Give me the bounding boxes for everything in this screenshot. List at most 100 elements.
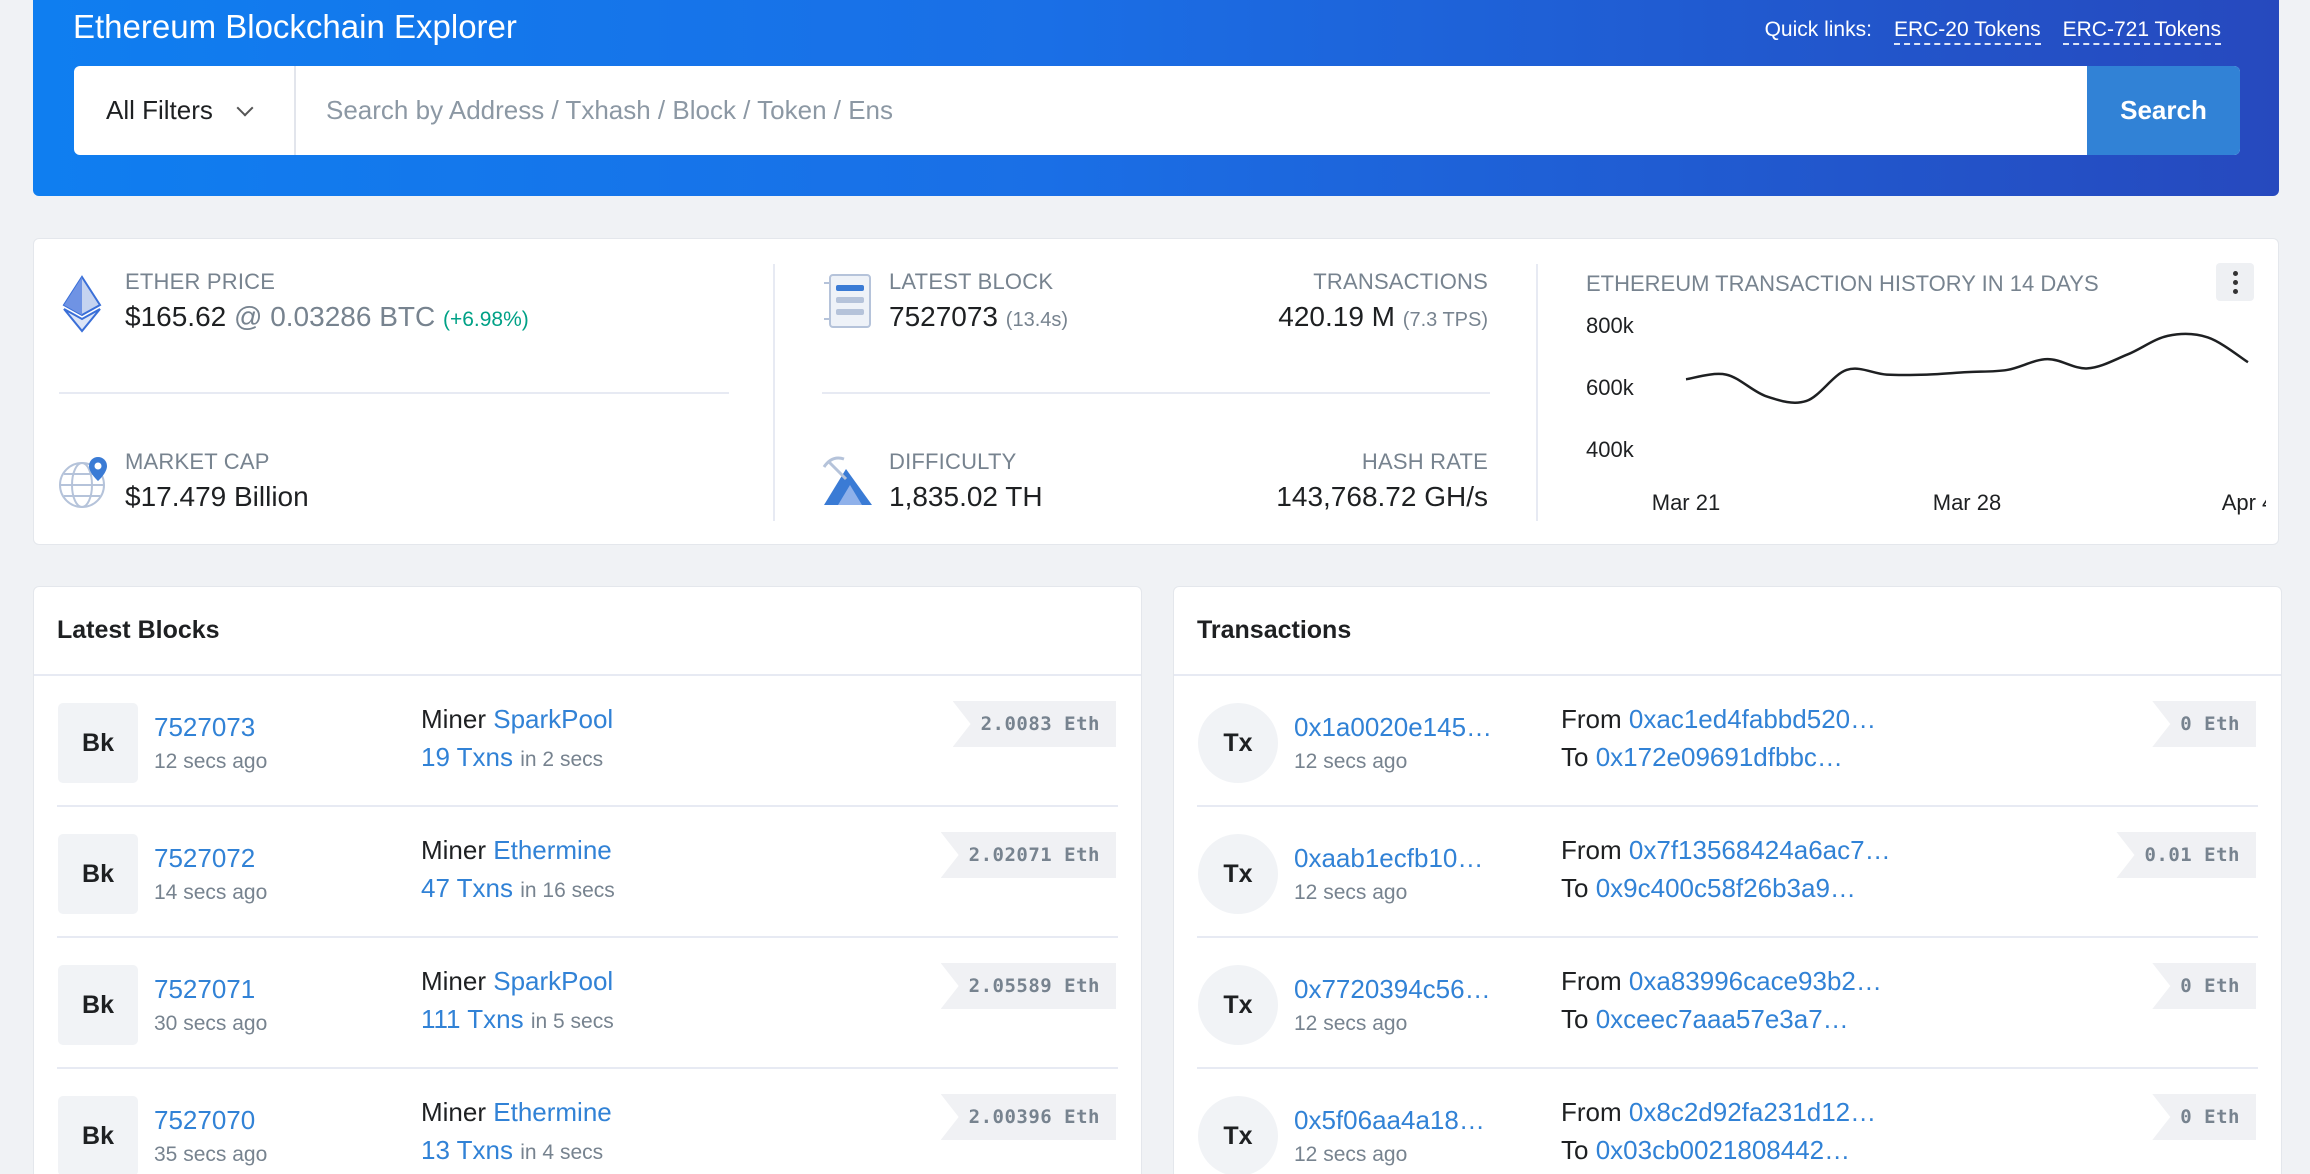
tx-value-badge: 0.01 Eth	[2116, 832, 2256, 878]
to-label: To	[1561, 873, 1589, 903]
txns-link[interactable]: 47 Txns	[421, 873, 513, 903]
tx-value-badge: 0 Eth	[2152, 701, 2256, 747]
block-miner: Miner SparkPool	[421, 704, 613, 735]
tx-age: 12 secs ago	[1294, 750, 1408, 773]
data-point[interactable]	[2122, 348, 2134, 360]
block-txns: 47 Txns in 16 secs	[421, 873, 615, 904]
transactions-value: 420.19 M (7.3 TPS)	[1278, 301, 1488, 333]
block-txns: 111 Txns in 5 secs	[421, 1004, 614, 1035]
to-address[interactable]: 0xceec7aaa57e3a7…	[1596, 1004, 1849, 1034]
latest-block-block: LATEST BLOCK 7527073 (13.4s)	[889, 269, 1068, 333]
from-label: From	[1561, 966, 1622, 996]
block-badge: Bk	[58, 1096, 138, 1174]
tx-to: To 0x03cb0021808442…	[1561, 1135, 1850, 1166]
txns-link[interactable]: 13 Txns	[421, 1135, 513, 1165]
transactions-panel: Transactions Tx 0x1a0020e145… 12 secs ag…	[1173, 586, 2282, 1174]
from-address[interactable]: 0x7f13568424a6ac7…	[1629, 835, 1891, 865]
block-duration: in 16 secs	[520, 879, 615, 902]
block-number[interactable]: 7527071	[154, 974, 255, 1005]
quick-link-erc20[interactable]: ERC-20 Tokens	[1893, 18, 2041, 45]
quick-links: Quick links: ERC-20 Tokens ERC-721 Token…	[1765, 18, 2221, 45]
ether-price-change: (+6.98%)	[442, 308, 529, 331]
quick-link-erc721[interactable]: ERC-721 Tokens	[2062, 18, 2221, 45]
block-txns: 19 Txns in 2 secs	[421, 742, 603, 773]
filter-select[interactable]: All Filters	[74, 66, 296, 155]
data-point[interactable]	[1680, 373, 1692, 385]
block-age: 35 secs ago	[154, 1143, 268, 1166]
ether-price-sep: @	[226, 301, 271, 332]
hash-rate-label: HASH RATE	[1361, 449, 1488, 474]
market-cap-block: MARKET CAP $17.479 Billion	[125, 449, 309, 513]
search-input[interactable]	[296, 66, 2087, 155]
tx-hash[interactable]: 0x7720394c56…	[1294, 974, 1491, 1005]
chart-menu-icon[interactable]	[2216, 263, 2254, 301]
latest-block-time: (13.4s)	[1005, 309, 1069, 331]
tx-value-badge: 0 Eth	[2152, 1094, 2256, 1140]
block-server-icon	[824, 274, 871, 328]
data-point[interactable]	[2162, 330, 2174, 342]
tx-to: To 0x172e09691dfbbc…	[1561, 742, 1843, 773]
miner-link[interactable]: SparkPool	[493, 704, 613, 734]
page-title: Ethereum Blockchain Explorer	[73, 8, 517, 45]
data-point[interactable]	[1881, 369, 1893, 381]
y-tick-label: 800k	[1586, 313, 1635, 338]
tx-hash[interactable]: 0x5f06aa4a18…	[1294, 1105, 1485, 1136]
latest-block-number[interactable]: 7527073	[889, 301, 998, 332]
data-point[interactable]	[1760, 390, 1772, 402]
to-address[interactable]: 0x03cb0021808442…	[1596, 1135, 1850, 1165]
divider	[822, 392, 1490, 394]
data-point[interactable]	[1800, 395, 1812, 407]
block-age: 30 secs ago	[154, 1012, 268, 1035]
data-point[interactable]	[1961, 366, 1973, 378]
block-duration: in 2 secs	[520, 748, 604, 771]
difficulty-value: 1,835.02 TH	[889, 481, 1043, 512]
from-address[interactable]: 0xa83996cace93b2…	[1629, 966, 1882, 996]
data-point[interactable]	[1921, 369, 1933, 381]
to-address[interactable]: 0x172e09691dfbbc…	[1596, 742, 1843, 772]
block-txns: 13 Txns in 4 secs	[421, 1135, 603, 1166]
transaction-row: Tx 0x1a0020e145… 12 secs ago From 0xac1e…	[1197, 676, 2258, 807]
from-address[interactable]: 0x8c2d92fa231d12…	[1629, 1097, 1876, 1127]
txns-link[interactable]: 19 Txns	[421, 742, 513, 772]
tx-from: From 0xa83996cace93b2…	[1561, 966, 1882, 997]
data-point[interactable]	[1841, 364, 1853, 376]
from-label: From	[1561, 835, 1622, 865]
data-point[interactable]	[2001, 364, 2013, 376]
to-address[interactable]: 0x9c400c58f26b3a9…	[1596, 873, 1856, 903]
transaction-history-chart: 800k 600k 400k Mar 21 Mar 28 Apr 4	[1586, 313, 2266, 515]
y-tick-label: 400k	[1586, 437, 1635, 462]
divider	[773, 264, 775, 521]
quick-links-label: Quick links:	[1764, 18, 1872, 41]
tx-from: From 0x7f13568424a6ac7…	[1561, 835, 1891, 866]
chevron-down-icon	[236, 99, 254, 116]
block-miner: Miner SparkPool	[421, 966, 613, 997]
search-button[interactable]: Search	[2087, 66, 2240, 155]
block-number[interactable]: 7527072	[154, 843, 255, 874]
miner-link[interactable]: Ethermine	[493, 835, 612, 865]
data-point[interactable]	[2081, 362, 2093, 374]
data-point[interactable]	[2242, 356, 2254, 368]
market-cap-value: $17.479 Billion	[125, 481, 309, 512]
block-row: Bk 7527070 35 secs ago Miner Ethermine 1…	[57, 1069, 1118, 1174]
transactions-count[interactable]: 420.19 M	[1278, 301, 1395, 332]
block-number[interactable]: 7527070	[154, 1105, 255, 1136]
tx-age: 12 secs ago	[1294, 1143, 1408, 1166]
miner-link[interactable]: Ethermine	[493, 1097, 612, 1127]
transaction-badge: Tx	[1198, 965, 1278, 1045]
miner-link[interactable]: SparkPool	[493, 966, 613, 996]
txns-link[interactable]: 111 Txns	[421, 1004, 524, 1034]
tx-to: To 0x9c400c58f26b3a9…	[1561, 873, 1856, 904]
hash-rate-value: 143,768.72 GH/s	[1276, 481, 1488, 512]
data-point[interactable]	[2041, 353, 2053, 365]
miner-label: Miner	[421, 835, 487, 865]
block-badge: Bk	[58, 703, 138, 783]
tx-hash[interactable]: 0x1a0020e145…	[1294, 712, 1492, 743]
data-point[interactable]	[1720, 369, 1732, 381]
block-row: Bk 7527073 12 secs ago Miner SparkPool 1…	[57, 676, 1118, 807]
block-number[interactable]: 7527073	[154, 712, 255, 743]
from-address[interactable]: 0xac1ed4fabbd520…	[1629, 704, 1876, 734]
tx-hash[interactable]: 0xaab1ecfb10…	[1294, 843, 1483, 874]
data-point[interactable]	[2202, 331, 2214, 343]
block-row: Bk 7527071 30 secs ago Miner SparkPool 1…	[57, 938, 1118, 1069]
hash-rate-block: HASH RATE 143,768.72 GH/s	[1276, 449, 1488, 513]
